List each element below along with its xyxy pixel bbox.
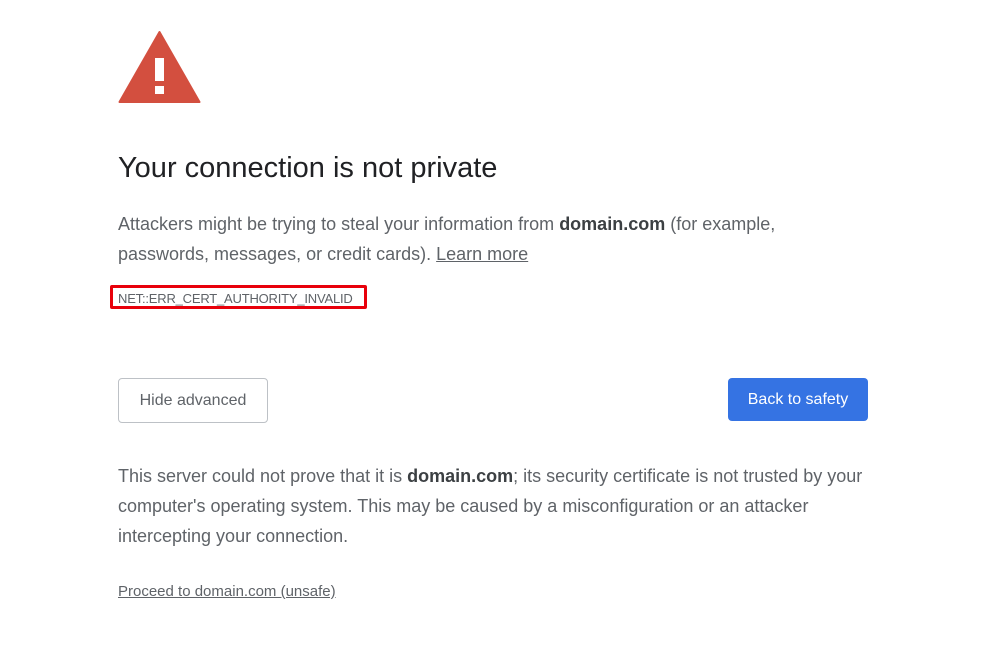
back-to-safety-button[interactable]: Back to safety [728, 378, 868, 421]
explanation-domain: domain.com [559, 214, 666, 234]
explanation-prefix: Attackers might be trying to steal your … [118, 214, 560, 234]
warning-triangle-icon [118, 31, 201, 103]
explanation-text: Attackers might be trying to steal your … [118, 209, 838, 269]
page-title: Your connection is not private [118, 152, 498, 184]
error-code: NET::ERR_CERT_AUTHORITY_INVALID [118, 291, 353, 306]
learn-more-link[interactable]: Learn more [436, 244, 528, 264]
proceed-unsafe-link[interactable]: Proceed to domain.com (unsafe) [118, 583, 336, 600]
details-prefix: This server could not prove that it is [118, 466, 408, 486]
details-text: This server could not prove that it is d… [118, 461, 868, 551]
hide-advanced-button[interactable]: Hide advanced [118, 378, 268, 423]
details-domain: domain.com [407, 466, 514, 486]
